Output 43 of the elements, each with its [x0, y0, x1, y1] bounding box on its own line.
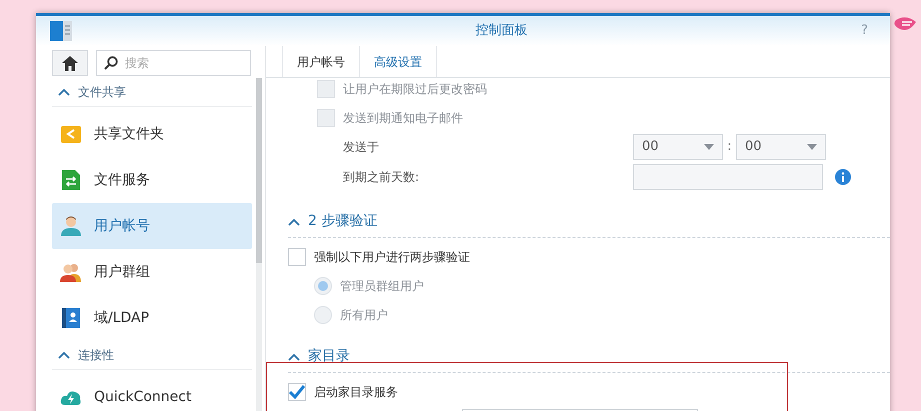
chevron-up-icon[interactable] [288, 218, 300, 226]
sidebar-item[interactable]: 域/LDAP [52, 295, 252, 341]
tab[interactable]: 用户帐号 [282, 46, 360, 77]
chevron-up-icon[interactable] [58, 351, 70, 359]
radio-label: 管理员群组用户 [340, 278, 424, 294]
search-icon [104, 56, 118, 70]
section-header[interactable]: 2 步骤验证 [288, 206, 890, 238]
checkbox-label: 强制以下用户进行两步骤验证 [314, 248, 470, 266]
time-separator: : [726, 138, 733, 156]
sidebar-item[interactable]: 文件服务 [52, 157, 252, 203]
section-header[interactable]: 文件共享 [52, 78, 252, 107]
checkbox-label: 启动家目录服务 [314, 384, 398, 400]
checkbox[interactable] [288, 382, 306, 400]
field-label: 到期之前天数: [343, 169, 420, 186]
contact-book-icon [60, 307, 82, 329]
caret-down-icon [704, 144, 714, 150]
section-header[interactable]: 连接性 [52, 341, 252, 370]
home-icon [62, 56, 78, 70]
window-title: 控制面板 [474, 22, 529, 40]
sidebar-item[interactable]: 用户帐号 [52, 203, 252, 249]
folder-share-icon [60, 123, 82, 145]
caret-down-icon [807, 144, 817, 150]
field-label: 发送于 [343, 139, 380, 156]
search-field[interactable]: 搜索 [96, 50, 251, 76]
scrollbar[interactable] [256, 78, 262, 411]
user-icon [60, 215, 82, 237]
app-icon [50, 21, 72, 41]
tab[interactable]: 高级设置 [360, 46, 437, 77]
sidebar-item[interactable]: 共享文件夹 [52, 111, 252, 157]
input-field[interactable] [633, 164, 823, 190]
checkbox-label: 发送到期通知电子邮件 [343, 110, 463, 126]
user-group-icon [60, 261, 82, 283]
section-header[interactable]: 家目录 [288, 341, 890, 373]
chevron-up-icon[interactable] [58, 88, 70, 96]
radio-label: 所有用户 [340, 306, 388, 324]
home-button[interactable] [52, 50, 88, 76]
chevron-up-icon[interactable] [288, 352, 300, 360]
checkbox-label: 让用户在期限过后更改密码 [343, 80, 487, 98]
file-arrows-icon [60, 169, 82, 191]
checkmark-icon [289, 384, 305, 398]
sidebar-item[interactable]: 用户群组 [52, 249, 252, 295]
sidebar-item[interactable]: QuickConnect [52, 374, 252, 411]
checkbox[interactable] [288, 248, 306, 266]
